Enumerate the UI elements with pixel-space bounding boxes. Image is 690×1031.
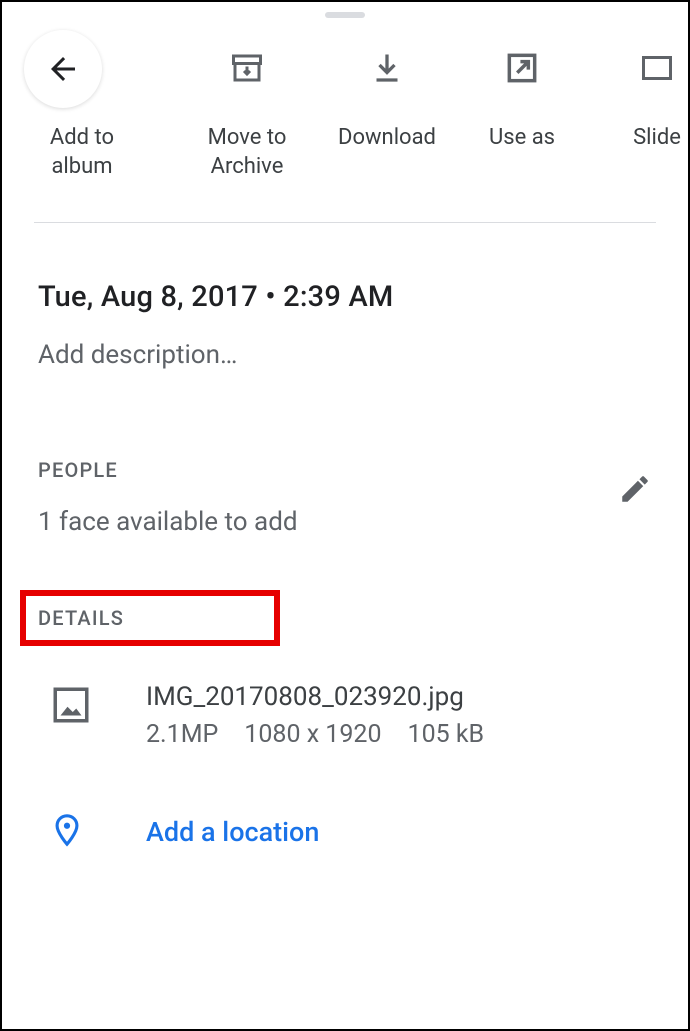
back-arrow-icon (45, 51, 81, 87)
edit-people-button[interactable] (618, 472, 652, 510)
use-as-button[interactable]: Use as (462, 44, 582, 181)
action-label: Use as (489, 124, 555, 153)
location-pin-icon (50, 810, 94, 854)
file-meta: 2.1MP 1080 x 1920 105 kB (146, 720, 484, 749)
slideshow-icon (639, 44, 675, 92)
back-button[interactable] (24, 30, 102, 108)
move-to-archive-button[interactable]: Move to Archive (172, 44, 322, 181)
details-section-label: DETAILS (38, 606, 124, 630)
description-input[interactable]: Add description… (38, 340, 237, 370)
photo-datetime: Tue, Aug 8, 2017 • 2:39 AM (38, 280, 393, 314)
action-label: Move to Archive (208, 124, 287, 181)
action-label: Download (338, 124, 436, 153)
people-section-label: PEOPLE (38, 458, 118, 482)
file-size: 105 kB (408, 720, 485, 749)
file-name: IMG_20170808_023920.jpg (146, 682, 484, 712)
people-value: 1 face available to add (38, 507, 298, 537)
add-location-label: Add a location (146, 816, 319, 848)
image-file-icon (50, 684, 94, 730)
drag-handle[interactable] (325, 12, 365, 18)
add-location-button[interactable]: Add a location (50, 810, 652, 854)
file-megapixels: 2.1MP (146, 720, 218, 749)
slideshow-button[interactable]: Slide (602, 44, 690, 181)
action-toolbar: Add to album Move to Archive Download Us… (2, 44, 688, 181)
pencil-icon (618, 472, 652, 506)
divider (34, 222, 656, 223)
use-as-icon (503, 44, 541, 92)
archive-icon (229, 44, 265, 92)
file-details-row: IMG_20170808_023920.jpg 2.1MP 1080 x 192… (50, 682, 652, 749)
download-button[interactable]: Download (322, 44, 452, 181)
action-label: Slide (633, 124, 681, 153)
download-icon (369, 44, 405, 92)
action-label: Add to album (50, 124, 114, 181)
file-resolution: 1080 x 1920 (244, 720, 381, 749)
details-section-highlight: DETAILS (20, 590, 280, 646)
